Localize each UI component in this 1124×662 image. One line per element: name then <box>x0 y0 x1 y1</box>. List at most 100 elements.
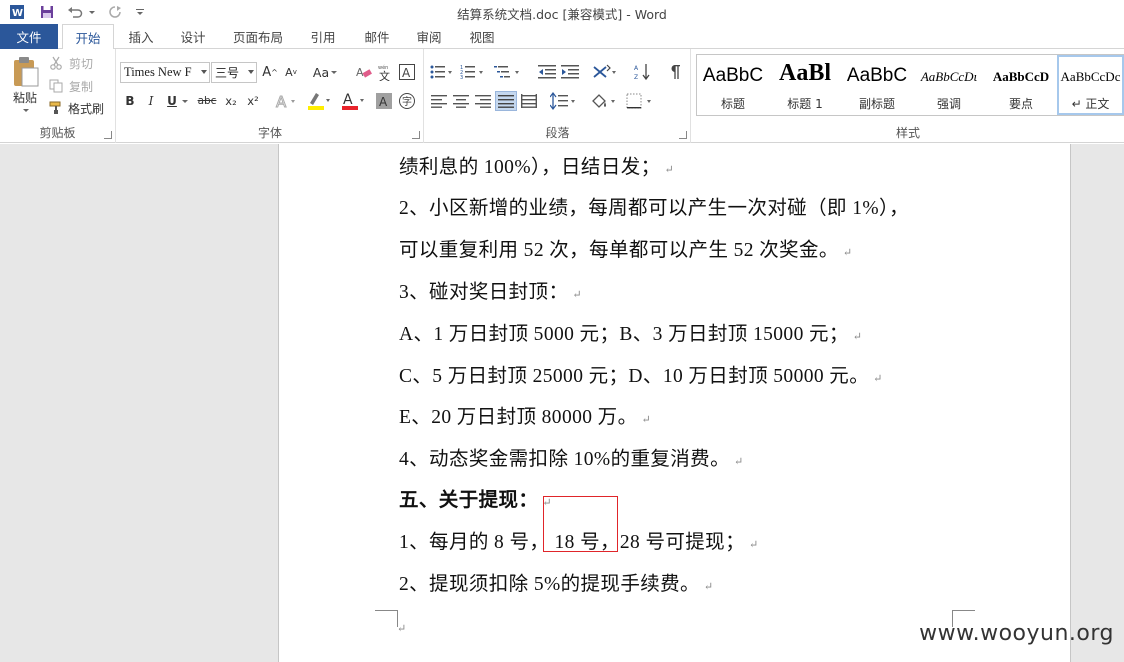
align-center-icon[interactable] <box>451 92 471 110</box>
tab-file[interactable]: 文件 <box>0 24 58 49</box>
tab-view[interactable]: 视图 <box>458 24 506 49</box>
svg-text:字: 字 <box>402 95 412 108</box>
paragraph-mark: ↵ <box>733 456 744 468</box>
highlight-color-icon[interactable] <box>305 91 333 111</box>
tab-insert[interactable]: 插入 <box>118 24 164 49</box>
style-heading-1-name: 标题 1 <box>787 97 823 111</box>
format-painter-icon[interactable] <box>48 100 64 116</box>
underline-button[interactable]: U <box>165 92 179 110</box>
text-effects-icon[interactable]: A <box>274 91 298 111</box>
svg-text:3: 3 <box>460 75 463 80</box>
paragraph-launcher-icon[interactable] <box>679 131 687 139</box>
numbering-icon[interactable]: 123 <box>459 63 487 81</box>
cut-button[interactable]: 剪切 <box>66 55 96 71</box>
font-size-dropdown-icon[interactable] <box>248 70 254 74</box>
doc-line: A、1 万日封顶 5000 元；B、3 万日封顶 15000 元； ↵ <box>399 324 863 345</box>
font-name-dropdown-icon[interactable] <box>201 70 207 74</box>
tab-page-layout[interactable]: 页面布局 <box>226 24 290 49</box>
font-color-icon[interactable]: A <box>339 91 367 111</box>
tab-home[interactable]: 开始 <box>62 24 114 50</box>
style-emphasis[interactable]: AaBbCcDι 强调 <box>913 55 985 115</box>
superscript-button[interactable]: x² <box>244 92 262 110</box>
doc-line: E、20 万日封顶 80000 万。 ↵ <box>399 407 652 428</box>
document-page[interactable]: 绩利息的 100%），日结日发； ↵ 2、小区新增的业绩，每周都可以产生一次对碰（… <box>278 144 1071 662</box>
multilevel-list-icon[interactable] <box>493 63 523 81</box>
font-name-combo[interactable]: Times New F <box>120 62 210 83</box>
style-title[interactable]: AaBbC 标题 <box>697 55 769 115</box>
align-right-icon[interactable] <box>473 92 493 110</box>
distributed-icon[interactable] <box>519 92 539 110</box>
paragraph-group: 123 AZ 段落 <box>425 49 691 143</box>
svg-text:文: 文 <box>379 69 390 81</box>
tab-design[interactable]: 设计 <box>170 24 216 49</box>
paragraph-mark: ↵ <box>397 623 407 635</box>
styles-gallery: AaBbC 标题 AaBl 标题 1 AaBbC 副标题 AaBbCcDι 强调… <box>696 54 1124 116</box>
underline-dropdown-icon[interactable] <box>179 92 189 110</box>
format-painter-button[interactable]: 格式刷 <box>66 100 106 116</box>
shading-icon[interactable] <box>589 91 619 111</box>
chinese-layout-icon[interactable] <box>591 62 621 82</box>
style-strong[interactable]: AaBbCcD 要点 <box>985 55 1057 115</box>
sort-icon[interactable]: AZ <box>633 62 653 82</box>
strikethrough-button[interactable]: abc <box>196 92 218 110</box>
doc-line: 2、提现须扣除 5%的提现手续费。 ↵ <box>399 574 714 595</box>
style-title-name: 标题 <box>720 97 745 111</box>
ribbon-tabs: 文件 开始 插入 设计 页面布局 引用 邮件 审阅 视图 <box>0 24 1124 50</box>
copy-icon[interactable] <box>48 78 64 94</box>
style-heading-1[interactable]: AaBl 标题 1 <box>769 55 841 115</box>
style-title-sample: AaBbC <box>702 65 764 86</box>
increase-indent-icon[interactable] <box>560 63 580 81</box>
bold-button[interactable]: B <box>122 92 138 110</box>
style-subtitle-sample: AaBbC <box>846 65 908 86</box>
italic-button[interactable]: I <box>143 92 159 110</box>
font-size-value: 三号 <box>215 66 240 80</box>
style-normal[interactable]: AaBbCcDc ↵ 正文 <box>1057 55 1124 115</box>
enclose-characters-icon[interactable]: 字 <box>397 92 417 110</box>
font-size-combo[interactable]: 三号 <box>211 62 257 83</box>
tab-review[interactable]: 审阅 <box>406 24 452 49</box>
justify-icon[interactable] <box>495 91 517 111</box>
show-paragraph-marks-icon[interactable] <box>665 62 685 82</box>
font-name-value: Times New F <box>124 65 192 79</box>
cut-icon[interactable] <box>48 55 64 71</box>
paragraph-mark: ↵ <box>852 331 863 343</box>
character-shading-icon[interactable]: A <box>375 92 393 110</box>
svg-text:A: A <box>343 92 353 108</box>
style-subtitle-name: 副标题 <box>858 97 895 111</box>
borders-icon[interactable] <box>625 91 655 111</box>
tab-references[interactable]: 引用 <box>300 24 346 49</box>
styles-group: AaBbC 标题 AaBl 标题 1 AaBbC 副标题 AaBbCcDι 强调… <box>692 49 1124 143</box>
doc-line: C、5 万日封顶 25000 元；D、10 万日封顶 50000 元。 ↵ <box>399 366 883 387</box>
paste-dropdown-icon[interactable] <box>20 106 30 114</box>
decrease-indent-icon[interactable] <box>537 63 557 81</box>
svg-text:A: A <box>402 66 411 80</box>
clipboard-group-label: 剪贴板 <box>39 126 76 140</box>
clipboard-launcher-icon[interactable] <box>104 131 112 139</box>
svg-text:A: A <box>276 93 287 110</box>
paragraph-mark: ↵ <box>873 373 883 385</box>
subscript-button[interactable]: x₂ <box>222 92 240 110</box>
change-case-label: Aa <box>312 64 330 80</box>
line-spacing-icon[interactable] <box>549 91 579 111</box>
paragraph-mark: ↵ <box>703 581 714 593</box>
style-subtitle[interactable]: AaBbC 副标题 <box>841 55 913 115</box>
shrink-font-icon[interactable]: Av <box>282 63 300 81</box>
style-strong-name: 要点 <box>1008 97 1033 111</box>
align-left-icon[interactable] <box>429 92 449 110</box>
paragraph-mark: ↵ <box>842 247 853 259</box>
character-border-icon[interactable]: A <box>398 63 416 81</box>
clear-formatting-icon[interactable]: A <box>355 63 373 81</box>
grow-font-icon[interactable]: A ^ <box>261 63 279 81</box>
phonetic-guide-icon[interactable]: wén 文 <box>376 62 394 82</box>
bullets-icon[interactable] <box>429 63 455 81</box>
paste-button[interactable]: 粘贴 <box>6 89 44 105</box>
paste-icon[interactable] <box>6 55 44 89</box>
copy-button[interactable]: 复制 <box>66 78 96 94</box>
style-normal-sample: AaBbCcDc <box>1060 69 1121 84</box>
svg-text:A: A <box>634 65 639 72</box>
document-area[interactable]: 绩利息的 100%），日结日发； ↵ 2、小区新增的业绩，每周都可以产生一次对碰（… <box>0 144 1124 662</box>
change-case-button[interactable]: Aa <box>310 63 340 81</box>
tab-mailings[interactable]: 邮件 <box>354 24 400 49</box>
font-launcher-icon[interactable] <box>412 131 420 139</box>
style-strong-sample: AaBbCcD <box>992 69 1050 84</box>
